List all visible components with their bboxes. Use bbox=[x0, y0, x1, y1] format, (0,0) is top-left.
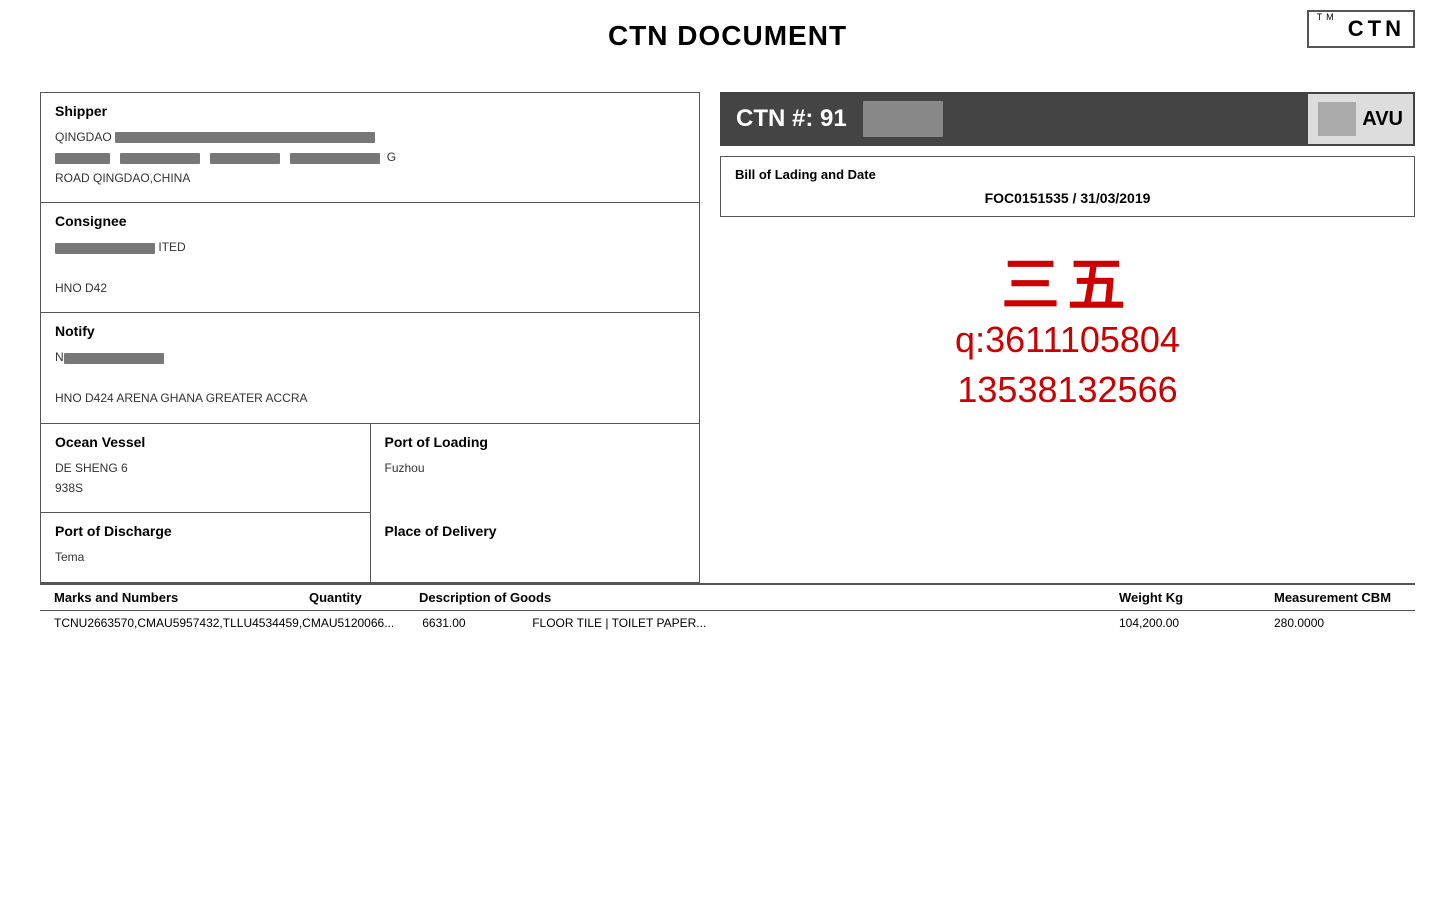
tm-mark: TM bbox=[1317, 12, 1338, 22]
shipper-redact1 bbox=[115, 132, 375, 143]
notify-content: N HNO D424 ARENA GHANA GREATER ACCRA bbox=[55, 347, 685, 408]
ocean-vessel-label: Ocean Vessel bbox=[55, 434, 356, 450]
bill-section: Bill of Lading and Date FOC0151535 / 31/… bbox=[720, 156, 1415, 217]
bill-label: Bill of Lading and Date bbox=[735, 167, 1400, 182]
port-loading-label: Port of Loading bbox=[385, 434, 686, 450]
cell-weight: 104,200.00 bbox=[1105, 616, 1260, 630]
ctn-thumb-box bbox=[1318, 102, 1356, 136]
phone-1: q:3611105804 bbox=[955, 315, 1180, 365]
ocean-vessel-content: DE SHENG 6 938S bbox=[55, 458, 356, 499]
consignee-section: Consignee ITED HNO D42 bbox=[41, 203, 699, 313]
ctn-ref-number: CTN #: 91 bbox=[736, 105, 847, 133]
goods-table: Marks and Numbers Quantity Description o… bbox=[40, 583, 1415, 635]
notify-section: Notify N HNO D424 ARENA GHANA GREATER AC… bbox=[41, 313, 699, 423]
col-header-desc: Description of Goods bbox=[405, 590, 1105, 605]
cell-meas: 280.0000 bbox=[1260, 616, 1415, 630]
port-loading-section: Port of Loading Fuzhou bbox=[371, 424, 700, 514]
vessel-line2: 938S bbox=[55, 478, 356, 498]
table-header-row: Marks and Numbers Quantity Description o… bbox=[40, 585, 1415, 611]
consignee-label: Consignee bbox=[55, 213, 685, 229]
consignee-redact1 bbox=[55, 243, 155, 254]
page-title: CTN DOCUMENT bbox=[608, 20, 847, 52]
consignee-line1: ITED bbox=[55, 237, 685, 257]
notify-line1: N bbox=[55, 347, 685, 367]
place-delivery-section: Place of Delivery bbox=[371, 513, 700, 581]
main-content: Shipper QINGDAO G ROAD QINGDAO,CHINA bbox=[40, 92, 1415, 583]
shipper-line2: G bbox=[55, 147, 685, 167]
port-loading-value: Fuzhou bbox=[385, 458, 686, 478]
consignee-content: ITED HNO D42 bbox=[55, 237, 685, 298]
notify-redact1 bbox=[64, 353, 164, 364]
notify-line3: HNO D424 ARENA GHANA GREATER ACCRA bbox=[55, 388, 685, 408]
port-discharge-section: Port of Discharge Tema bbox=[41, 513, 371, 581]
shipper-line1: QINGDAO bbox=[55, 127, 685, 147]
ocean-vessel-section: Ocean Vessel DE SHENG 6 938S bbox=[41, 424, 371, 514]
cell-qty: 6631.00 bbox=[408, 616, 518, 630]
col-header-marks: Marks and Numbers bbox=[40, 590, 295, 605]
cell-desc: FLOOR TILE | TOILET PAPER... bbox=[518, 616, 1105, 630]
notify-line2 bbox=[55, 368, 685, 388]
ctn-ref-dark: CTN #: 91 bbox=[722, 94, 1308, 144]
place-delivery-label: Place of Delivery bbox=[385, 523, 686, 539]
ctn-avu-text: AVU bbox=[1362, 108, 1403, 131]
consignee-line2 bbox=[55, 258, 685, 278]
ctn-ref-light: AVU bbox=[1308, 94, 1413, 144]
ctn-thumb-redact bbox=[863, 101, 943, 137]
port-discharge-label: Port of Discharge bbox=[55, 523, 356, 539]
shipper-redact3 bbox=[120, 153, 200, 164]
shipper-line3: ROAD QINGDAO,CHINA bbox=[55, 168, 685, 188]
discharge-delivery-row: Port of Discharge Tema Place of Delivery bbox=[41, 513, 699, 581]
logo-text: CTN bbox=[1348, 16, 1405, 41]
shipper-redact5 bbox=[290, 153, 380, 164]
vessel-line1: DE SHENG 6 bbox=[55, 458, 356, 478]
table-row: TCNU2663570,CMAU5957432,TLLU4534459,CMAU… bbox=[40, 611, 1415, 635]
ctn-ref-box: CTN #: 91 AVU bbox=[720, 92, 1415, 146]
vessel-loading-row: Ocean Vessel DE SHENG 6 938S Port of Loa… bbox=[41, 424, 699, 514]
cell-marks: TCNU2663570,CMAU5957432,TLLU4534459,CMAU… bbox=[40, 616, 408, 630]
col-header-qty: Quantity bbox=[295, 590, 405, 605]
bill-value: FOC0151535 / 31/03/2019 bbox=[735, 190, 1400, 206]
shipper-redact2 bbox=[55, 153, 110, 164]
chinese-chars: 三五 bbox=[1001, 257, 1133, 315]
right-panel: CTN #: 91 AVU Bill of Lading and Date FO… bbox=[720, 92, 1415, 583]
header: CTN DOCUMENT TM CTN bbox=[40, 20, 1415, 72]
phone-2: 13538132566 bbox=[957, 365, 1177, 415]
consignee-line3: HNO D42 bbox=[55, 278, 685, 298]
shipper-redact4 bbox=[210, 153, 280, 164]
chinese-block: 三五 q:3611105804 13538132566 bbox=[720, 227, 1415, 446]
port-discharge-value: Tema bbox=[55, 547, 356, 567]
shipper-label: Shipper bbox=[55, 103, 685, 119]
notify-label: Notify bbox=[55, 323, 685, 339]
col-header-weight: Weight Kg bbox=[1105, 590, 1260, 605]
shipper-content: QINGDAO G ROAD QINGDAO,CHINA bbox=[55, 127, 685, 188]
ctn-logo: TM CTN bbox=[1307, 10, 1415, 48]
col-header-meas: Measurement CBM bbox=[1260, 590, 1415, 605]
left-panel: Shipper QINGDAO G ROAD QINGDAO,CHINA bbox=[40, 92, 700, 583]
shipper-section: Shipper QINGDAO G ROAD QINGDAO,CHINA bbox=[41, 93, 699, 203]
